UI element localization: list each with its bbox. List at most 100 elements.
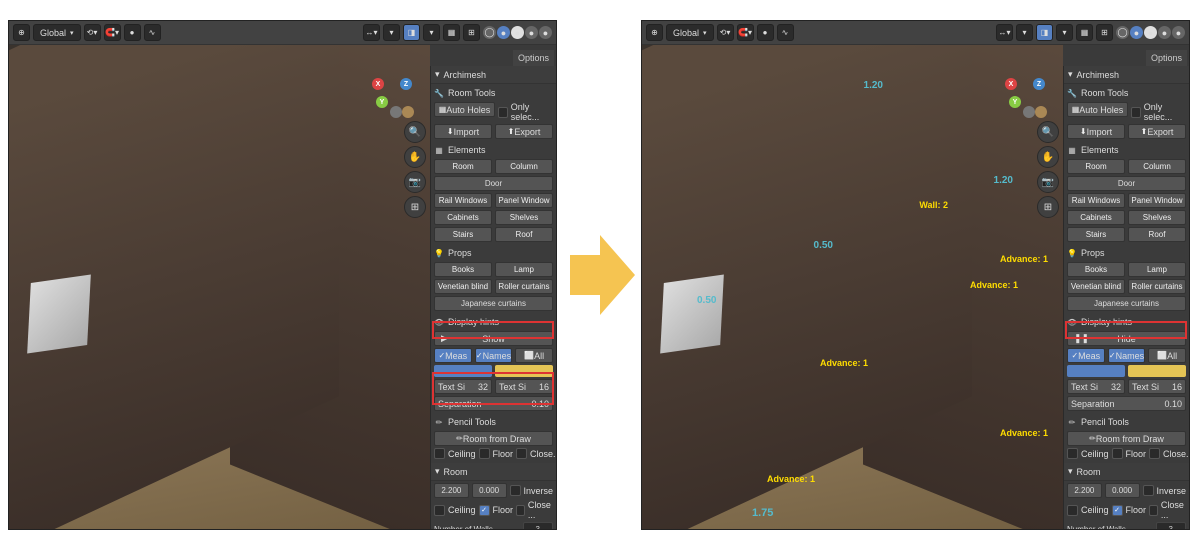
gizmo-dropdown[interactable]: ▾ <box>383 24 400 41</box>
export-button[interactable]: ⬆ Export <box>1128 124 1186 139</box>
lamp-button[interactable]: Lamp <box>1128 262 1186 277</box>
close-check-1[interactable] <box>516 448 527 459</box>
options-button[interactable]: Options <box>1146 50 1187 66</box>
cabinets-button[interactable]: Cabinets <box>434 210 492 225</box>
auto-holes-button[interactable]: ▦ Auto Holes <box>1067 102 1128 117</box>
orientation-icon[interactable]: ⊕ <box>13 24 30 41</box>
shade-extra-icon[interactable]: ● <box>1172 26 1185 39</box>
prop-falloff-icon[interactable]: ∿ <box>777 24 794 41</box>
axis-gizmo[interactable]: X Z Y <box>1005 76 1049 120</box>
all-toggle[interactable]: ⬜All <box>515 348 553 363</box>
close-check-1[interactable] <box>1149 448 1160 459</box>
door-button[interactable]: Door <box>1067 176 1186 191</box>
export-button[interactable]: ⬆ Export <box>495 124 553 139</box>
names-toggle[interactable]: ✓Names <box>1108 348 1146 363</box>
axis-y[interactable]: Y <box>1009 96 1021 108</box>
panel-window-button[interactable]: Panel Window <box>495 193 553 208</box>
column-button[interactable]: Column <box>1128 159 1186 174</box>
venetian-button[interactable]: Venetian blind <box>434 279 492 294</box>
room-depth-field[interactable]: 0.000 <box>1105 483 1140 498</box>
room-width-field[interactable]: 2.200 <box>434 483 469 498</box>
gizmo-icon[interactable]: ↔▾ <box>996 24 1013 41</box>
show-button[interactable]: ▶Show <box>434 331 553 346</box>
measures-toggle[interactable]: ✓Meas <box>434 348 472 363</box>
rail-windows-button[interactable]: Rail Windows <box>1067 193 1125 208</box>
num-walls-field[interactable]: 3 <box>523 522 554 529</box>
wire-icon[interactable]: ⊞ <box>463 24 480 41</box>
shade-wireframe-icon[interactable]: ◯ <box>483 26 496 39</box>
overlay-toggle[interactable]: ◨ <box>403 24 420 41</box>
gizmo-dropdown[interactable]: ▾ <box>1016 24 1033 41</box>
column-button[interactable]: Column <box>495 159 553 174</box>
shade-wireframe-icon[interactable]: ◯ <box>1116 26 1129 39</box>
text-size-b[interactable]: Text Si16 <box>1128 379 1186 394</box>
room-panel-header[interactable]: ▾Room <box>431 463 556 481</box>
axis-gizmo[interactable]: X Z Y <box>372 76 416 120</box>
auto-holes-button[interactable]: ▦ Auto Holes <box>434 102 495 117</box>
snap-toggle[interactable]: 🧲▾ <box>104 24 121 41</box>
import-button[interactable]: ⬇ Import <box>434 124 492 139</box>
ceiling-check-2[interactable] <box>1067 505 1078 516</box>
floor-check-2[interactable]: ✓ <box>479 505 490 516</box>
ceiling-check-2[interactable] <box>434 505 445 516</box>
wire-icon[interactable]: ⊞ <box>1096 24 1113 41</box>
measure-color[interactable] <box>434 365 492 377</box>
roof-button[interactable]: Roof <box>1128 227 1186 242</box>
inverse-check[interactable] <box>1143 485 1154 496</box>
pan-icon[interactable]: ✋ <box>404 146 426 168</box>
shelves-button[interactable]: Shelves <box>495 210 553 225</box>
pan-icon[interactable]: ✋ <box>1037 146 1059 168</box>
axis-x[interactable]: X <box>1005 78 1017 90</box>
overlay-toggle[interactable]: ◨ <box>1036 24 1053 41</box>
roller-button[interactable]: Roller curtains <box>495 279 553 294</box>
options-button[interactable]: Options <box>513 50 554 66</box>
ceiling-check-1[interactable] <box>434 448 445 459</box>
shade-rendered-icon[interactable]: ● <box>1158 26 1171 39</box>
viewport-3d[interactable] <box>9 45 430 529</box>
stairs-button[interactable]: Stairs <box>1067 227 1125 242</box>
shade-solid-icon[interactable]: ● <box>497 26 510 39</box>
names-toggle[interactable]: ✓Names <box>475 348 513 363</box>
zoom-icon[interactable]: 🔍 <box>1037 121 1059 143</box>
text-size-a[interactable]: Text Si32 <box>434 379 492 394</box>
archimesh-header[interactable]: ▾Archimesh <box>431 66 556 84</box>
shade-solid-icon[interactable]: ● <box>1130 26 1143 39</box>
books-button[interactable]: Books <box>434 262 492 277</box>
books-button[interactable]: Books <box>1067 262 1125 277</box>
cabinets-button[interactable]: Cabinets <box>1067 210 1125 225</box>
xray-icon[interactable]: ▦ <box>1076 24 1093 41</box>
rail-windows-button[interactable]: Rail Windows <box>434 193 492 208</box>
axis-neg[interactable] <box>402 106 414 118</box>
only-selected-checkbox[interactable] <box>498 107 508 118</box>
floor-check-1[interactable] <box>479 448 490 459</box>
shade-extra-icon[interactable]: ● <box>539 26 552 39</box>
floor-check-1[interactable] <box>1112 448 1123 459</box>
overlay-dropdown[interactable]: ▾ <box>423 24 440 41</box>
archimesh-header[interactable]: ▾Archimesh <box>1064 66 1189 84</box>
shade-material-icon[interactable]: ● <box>1144 26 1157 39</box>
roof-button[interactable]: Roof <box>495 227 553 242</box>
japanese-button[interactable]: Japanese curtains <box>434 296 553 311</box>
room-panel-header[interactable]: ▾Room <box>1064 463 1189 481</box>
axis-z[interactable]: Z <box>400 78 412 90</box>
name-color[interactable] <box>1128 365 1186 377</box>
axis-neg[interactable] <box>1035 106 1047 118</box>
text-size-b[interactable]: Text Si16 <box>495 379 553 394</box>
proportional-icon[interactable]: ● <box>124 24 141 41</box>
axis-neg2[interactable] <box>390 106 402 118</box>
panel-window-button[interactable]: Panel Window <box>1128 193 1186 208</box>
overlay-dropdown[interactable]: ▾ <box>1056 24 1073 41</box>
japanese-button[interactable]: Japanese curtains <box>1067 296 1186 311</box>
room-width-field[interactable]: 2.200 <box>1067 483 1102 498</box>
roller-button[interactable]: Roller curtains <box>1128 279 1186 294</box>
only-selected-checkbox[interactable] <box>1131 107 1141 118</box>
orientation-select[interactable]: Global ▾ <box>33 24 81 41</box>
ceiling-check-1[interactable] <box>1067 448 1078 459</box>
hide-button[interactable]: ❚❚Hide <box>1067 331 1186 346</box>
lamp-button[interactable]: Lamp <box>495 262 553 277</box>
close-check-2[interactable] <box>1149 505 1158 516</box>
separation-field[interactable]: Separation0.10 <box>1067 396 1186 411</box>
perspective-icon[interactable]: ⊞ <box>1037 196 1059 218</box>
prop-falloff-icon[interactable]: ∿ <box>144 24 161 41</box>
pivot-icon[interactable]: ⟲▾ <box>84 24 101 41</box>
